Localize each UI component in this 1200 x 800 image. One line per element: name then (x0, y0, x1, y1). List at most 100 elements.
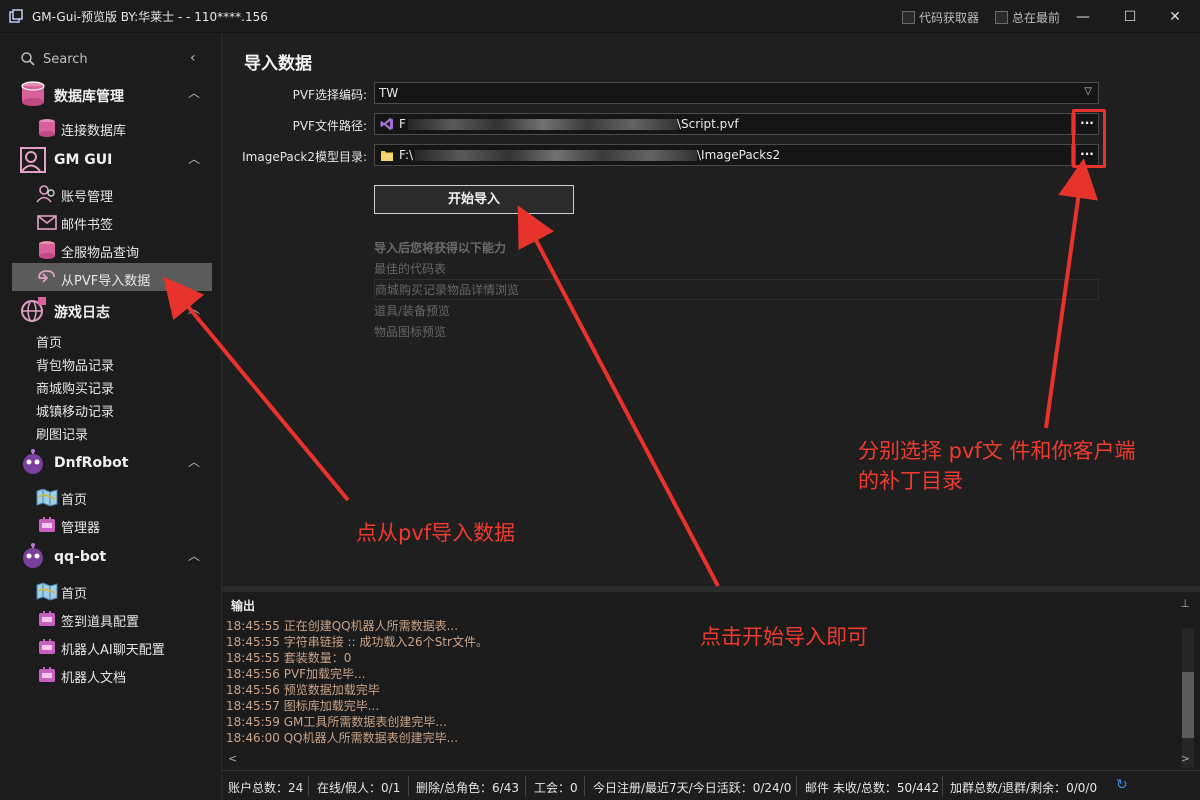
maximize-button[interactable]: ☐ (1107, 0, 1153, 33)
group-qq-bot[interactable]: qq-bot ︿ (0, 540, 222, 574)
sidebar-item-item-query[interactable]: 全服物品查询 (0, 235, 222, 263)
sidebar-subitem-bag-log[interactable]: 背包物品记录 (36, 355, 114, 374)
imagepack-label: ImagePack2模型目录: (242, 150, 367, 164)
status-bar: 账户总数：24 在线/假人：0/1 删除/总角色：6/43 工会：0 今日注册/… (222, 770, 1200, 800)
imagepack-path-prefix: F:\ (399, 148, 414, 162)
checkbox-box[interactable] (995, 11, 1008, 24)
group-dnfrobot[interactable]: DnfRobot ︿ (0, 446, 222, 480)
robot-icon (18, 449, 48, 477)
status-account-total: 账户总数：24 (228, 781, 304, 795)
sidebar-item-label: 机器人AI聊天配置 (61, 643, 165, 658)
sidebar-item-label: 首页 (61, 587, 88, 602)
sidebar-item-label: 邮件书签 (61, 218, 114, 233)
sidebar-subitem-town-log[interactable]: 城镇移动记录 (36, 401, 114, 420)
pvf-path-suffix: \Script.pvf (677, 117, 739, 131)
globe-icon (18, 296, 48, 324)
output-heading: 输出 (231, 599, 256, 613)
annotation-text-choose-files-1: 分别选择 pvf文 件和你客户端 (858, 439, 1136, 463)
app-icon (9, 9, 23, 23)
database-icon (18, 80, 48, 108)
pvf-path-prefix: F (399, 117, 406, 131)
encoding-select[interactable]: TW ▽ (374, 82, 1099, 104)
annotation-text-choose-files-2: 的补丁目录 (858, 469, 963, 493)
sidebar-item-connect-db[interactable]: 连接数据库 (0, 113, 222, 141)
close-icon: ✕ (1169, 8, 1181, 25)
maximize-icon: ☐ (1123, 8, 1137, 25)
minimize-button[interactable]: — (1060, 0, 1106, 33)
group-label: 游戏日志 (54, 305, 110, 321)
title-bar: GM-Gui-预览版 BY:华莱士 - - 110****.156 代码获取器 … (0, 0, 1200, 33)
sidebar-item-qqbot-home[interactable]: 首页 (0, 576, 222, 604)
group-label: DnfRobot (54, 455, 129, 471)
import-icon (36, 268, 58, 288)
collapse-sidebar-icon[interactable]: ‹ (190, 50, 196, 66)
robot-icon (18, 543, 48, 571)
chevron-up-icon: ︿ (188, 455, 201, 469)
feature-item: 物品图标预览 (374, 325, 447, 339)
refresh-icon[interactable]: ↻ (1116, 777, 1128, 793)
imagepack-path-suffix: \ImagePacks2 (697, 148, 781, 162)
sidebar-item-label: 连接数据库 (61, 124, 127, 139)
sidebar-subitem-mall-log[interactable]: 商城购买记录 (36, 378, 114, 397)
redacted-path (408, 119, 678, 130)
sidebar-item-signin-config[interactable]: 签到道具配置 (0, 604, 222, 632)
badge-icon (36, 665, 58, 685)
sidebar-item-label: 从PVF导入数据 (61, 274, 151, 289)
sidebar-item-bot-docs[interactable]: 机器人文档 (0, 660, 222, 688)
sidebar-item-label: 签到道具配置 (61, 615, 140, 630)
user-icon (18, 146, 48, 174)
sidebar-item-label: 管理器 (61, 521, 101, 536)
group-database[interactable]: 数据库管理 ︿ (0, 77, 222, 111)
pvf-path-field[interactable]: F \Script.pvf (374, 113, 1072, 135)
checkbox-label: 总在最前 (1012, 11, 1061, 25)
group-game-log[interactable]: 游戏日志 ︿ (0, 293, 222, 327)
annotation-text-start-import: 点击开始导入即可 (700, 625, 868, 649)
sidebar-search[interactable]: Search ‹ (0, 43, 222, 75)
pin-icon[interactable]: ⊥ (1180, 597, 1190, 610)
feature-item: 道具/装备预览 (374, 304, 451, 318)
always-on-top-checkbox[interactable]: 总在最前 (995, 9, 1060, 26)
output-panel: 输出 ⊥ 18:45:55 正在创建QQ机器人所需数据表... 18:45:55… (222, 586, 1200, 768)
sidebar-item-label: 首页 (61, 493, 88, 508)
database-icon (36, 118, 58, 138)
status-deleted-roles: 删除/总角色：6/43 (416, 781, 519, 795)
main-panel: 导入数据 PVF选择编码: TW ▽ PVF文件路径: F \Script.pv… (222, 33, 1200, 586)
status-mail: 邮件 未收/总数：50/442 (805, 781, 940, 795)
checkbox-box[interactable] (902, 11, 915, 24)
scroll-left-icon[interactable]: < (228, 752, 237, 765)
sidebar-item-label: 账号管理 (61, 190, 114, 205)
start-import-button[interactable]: 开始导入 (374, 185, 574, 214)
sidebar: Search ‹ 数据库管理 ︿ 连接数据库 GM GUI ︿ 账号管理 邮件书… (0, 33, 222, 800)
code-getter-checkbox[interactable]: 代码获取器 (902, 9, 979, 26)
sidebar-item-ai-chat-config[interactable]: 机器人AI聊天配置 (0, 632, 222, 660)
group-gm-gui[interactable]: GM GUI ︿ (0, 143, 222, 177)
feature-item: 最佳的代码表 (374, 262, 447, 276)
imagepack-path-field[interactable]: F:\ \ImagePacks2 (374, 144, 1072, 166)
annotation-text-pvf-import: 点从pvf导入数据 (356, 521, 516, 545)
sidebar-item-accounts[interactable]: 账号管理 (0, 179, 222, 207)
sidebar-item-pvf-import[interactable]: 从PVF导入数据 (0, 263, 222, 291)
log-line: 18:45:57 图标库加载完毕... (226, 699, 380, 713)
redacted-path (415, 150, 697, 161)
close-button[interactable]: ✕ (1152, 0, 1198, 33)
sidebar-subitem-dungeon-log[interactable]: 刷图记录 (36, 424, 88, 443)
sidebar-item-mail[interactable]: 邮件书签 (0, 207, 222, 235)
sidebar-item-dnfrobot-manager[interactable]: 管理器 (0, 510, 222, 538)
divider (796, 776, 797, 796)
sidebar-item-label: 机器人文档 (61, 671, 127, 686)
scroll-right-icon[interactable]: > (1181, 752, 1190, 765)
window-title: GM-Gui-预览版 BY:华莱士 - - 110****.156 (32, 10, 268, 24)
sidebar-subitem-home[interactable]: 首页 (36, 332, 62, 351)
sidebar-item-dnfrobot-home[interactable]: 首页 (0, 482, 222, 510)
users-icon (36, 184, 58, 204)
divider (942, 776, 943, 796)
features-heading: 导入后您将获得以下能力 (374, 241, 507, 255)
chevron-down-icon: ▽ (1084, 86, 1092, 97)
chevron-up-icon: ︿ (188, 549, 201, 563)
map-icon (36, 487, 58, 507)
status-guild: 工会：0 (534, 781, 578, 795)
divider (408, 776, 409, 796)
scrollbar-thumb[interactable] (1182, 672, 1194, 738)
log-line: 18:45:56 PVF加载完毕... (226, 667, 366, 681)
folder-icon (380, 148, 394, 162)
